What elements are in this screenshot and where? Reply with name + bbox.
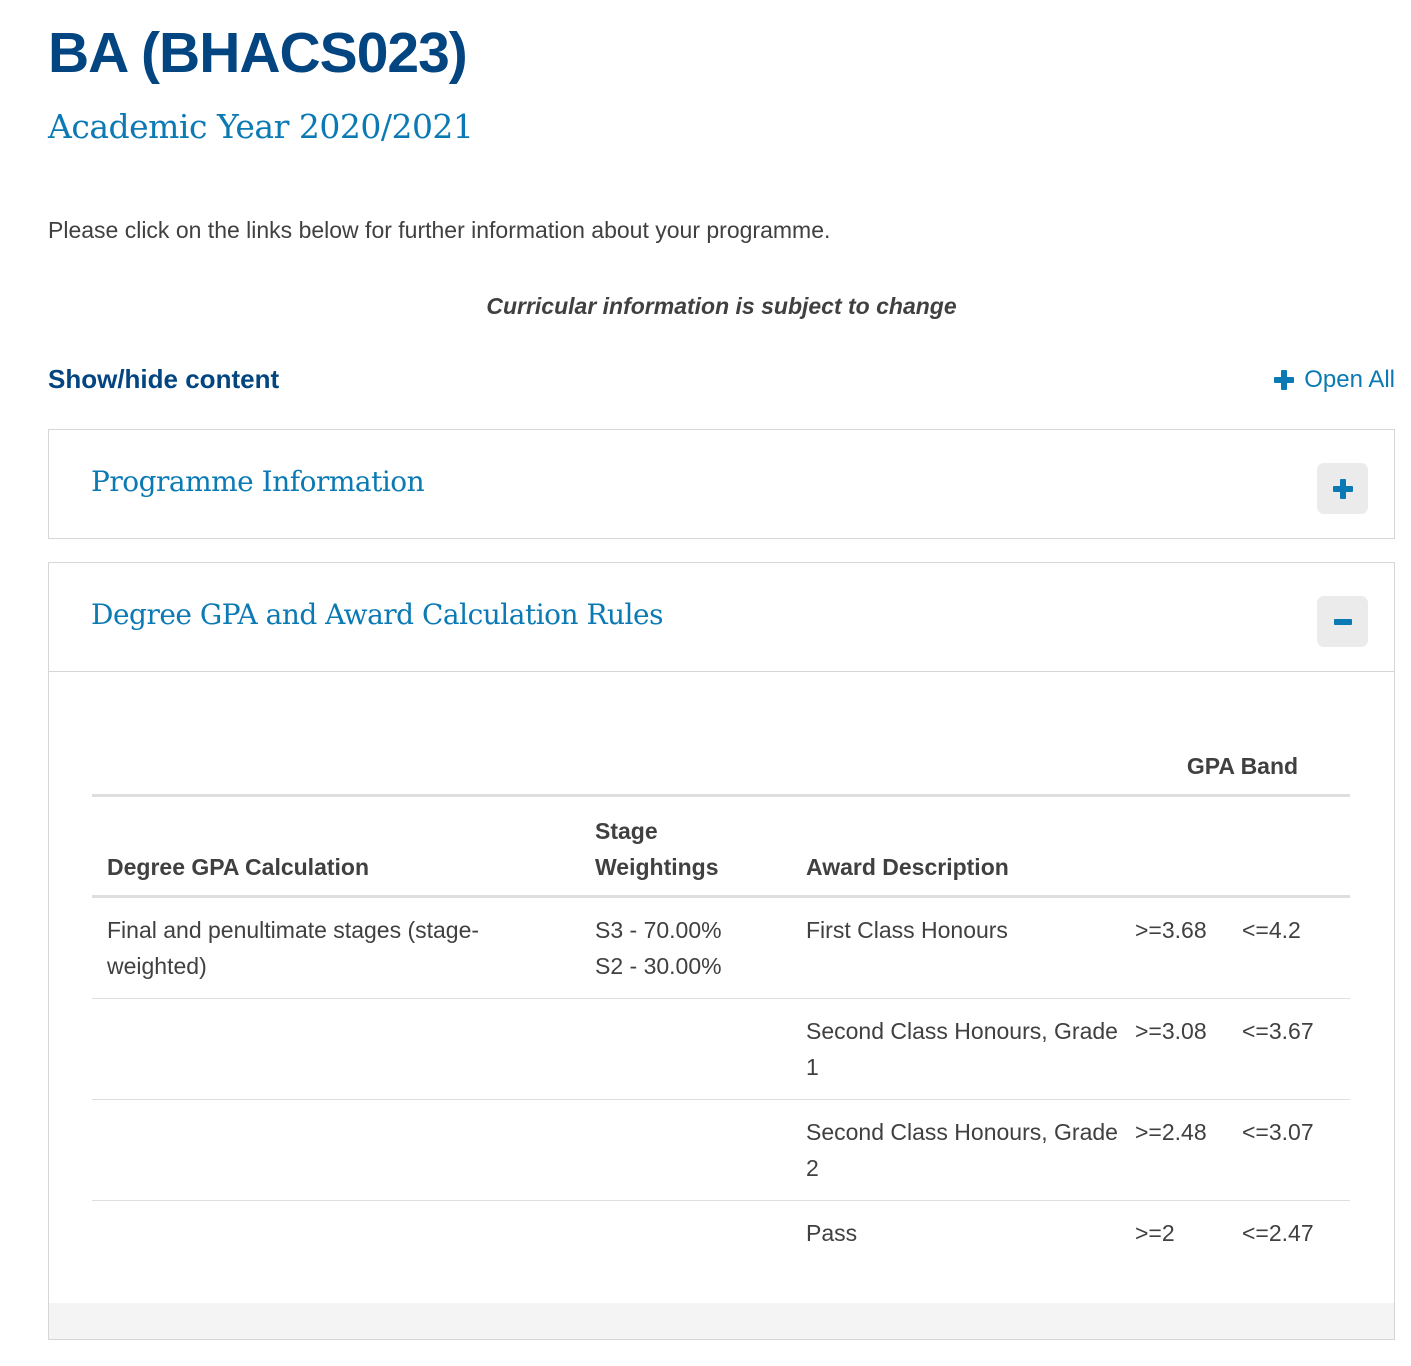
calculation-cell: Final and penultimate stages (stage-weig… (92, 896, 580, 999)
weightings-cell (580, 1099, 791, 1201)
column-header-weightings: Stage Weightings (580, 795, 791, 898)
accordion-title[interactable]: Programme Information (91, 462, 425, 502)
plus-icon (1332, 478, 1353, 499)
weightings-cell: S3 - 70.00% S2 - 30.00% (580, 896, 791, 999)
gpa-band-header: GPA Band (1135, 734, 1350, 797)
gpa-max-cell: <=3.07 (1242, 1099, 1350, 1201)
weightings-cell (580, 1201, 791, 1266)
table-row: Second Class Honours, Grade 2 >=2.48 <=3… (92, 1099, 1350, 1201)
gpa-max-cell: <=4.2 (1242, 896, 1350, 999)
weighting-s2: S2 - 30.00% (595, 953, 722, 979)
award-cell: Second Class Honours, Grade 1 (791, 998, 1135, 1100)
gpa-max-cell: <=3.67 (1242, 998, 1350, 1100)
gpa-min-cell: >=2.48 (1135, 1099, 1242, 1201)
calculation-cell (92, 998, 580, 1100)
weightings-header-line1: Stage (595, 818, 658, 844)
gpa-award-table: GPA Band Degree GPA Calculation Stage We… (92, 734, 1350, 1265)
expand-button[interactable] (1317, 463, 1368, 514)
column-header-award: Award Description (791, 795, 1135, 898)
accordion-programme-information: Programme Information (48, 429, 1395, 539)
open-all-label: Open All (1304, 366, 1395, 393)
award-cell: Second Class Honours, Grade 2 (791, 1099, 1135, 1201)
curricular-notice: Curricular information is subject to cha… (486, 293, 957, 319)
show-hide-heading: Show/hide content (48, 364, 280, 394)
column-header-min (1135, 795, 1242, 898)
academic-year: Academic Year 2020/2021 (48, 107, 474, 146)
accordion-title[interactable]: Degree GPA and Award Calculation Rules (91, 595, 663, 635)
accordion-footer (49, 1303, 1394, 1339)
table-row: Final and penultimate stages (stage-weig… (92, 896, 1350, 999)
column-header-max (1242, 795, 1350, 898)
accordion-body: GPA Band Degree GPA Calculation Stage We… (49, 672, 1394, 1339)
gpa-min-cell: >=3.68 (1135, 896, 1242, 999)
programme-title: BA (BHACS023) (48, 21, 468, 85)
calculation-cell (92, 1099, 580, 1201)
column-header-calculation: Degree GPA Calculation (92, 795, 580, 898)
table-band-row: GPA Band (92, 734, 1350, 797)
weighting-s3: S3 - 70.00% (595, 917, 722, 943)
table-row: Pass >=2 <=2.47 (92, 1201, 1350, 1266)
award-cell: Pass (806, 1220, 858, 1246)
plus-icon (1274, 370, 1295, 390)
open-all-button[interactable]: Open All (1274, 364, 1395, 396)
gpa-min-cell: >=2 (1135, 1220, 1175, 1246)
accordion-degree-gpa-rules: Degree GPA and Award Calculation Rules G… (48, 562, 1395, 1340)
gpa-min-cell: >=3.08 (1135, 998, 1242, 1100)
band-spacer (92, 734, 1135, 797)
weightings-cell (580, 998, 791, 1100)
table-row: Second Class Honours, Grade 1 >=3.08 <=3… (92, 998, 1350, 1100)
weightings-header-line2: Weightings (595, 854, 719, 880)
intro-text: Please click on the links below for furt… (48, 217, 831, 243)
minus-icon (1333, 613, 1352, 631)
table-header-row: Degree GPA Calculation Stage Weightings … (92, 795, 1350, 898)
accordion-header-degree-gpa-rules[interactable]: Degree GPA and Award Calculation Rules (49, 563, 1394, 672)
calculation-cell (92, 1201, 580, 1266)
award-cell: First Class Honours (791, 896, 1135, 999)
accordion-header-programme-information[interactable]: Programme Information (49, 430, 1394, 538)
gpa-max-cell: <=2.47 (1242, 1220, 1314, 1246)
collapse-button[interactable] (1317, 596, 1368, 647)
